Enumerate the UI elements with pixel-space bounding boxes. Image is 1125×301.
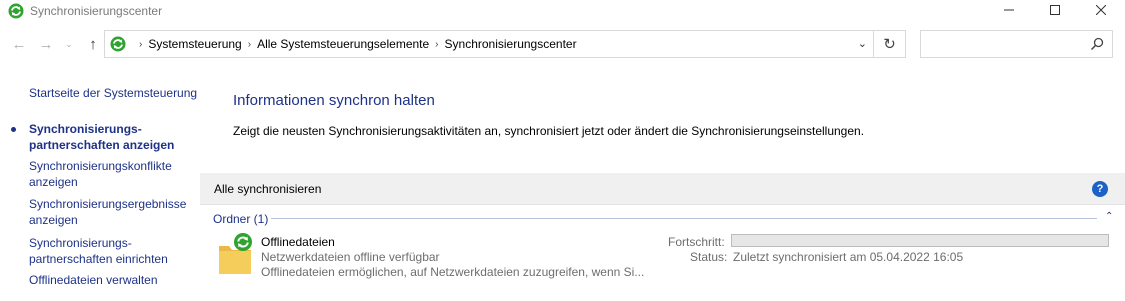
main-content: Informationen synchron halten Zeigt die … — [200, 70, 1125, 301]
page-description: Zeigt die neusten Synchronisierungsaktiv… — [233, 124, 865, 138]
search-input[interactable] — [925, 35, 1075, 53]
breadcrumb-systemsteuerung[interactable]: Systemsteuerung — [148, 37, 241, 51]
sidebar-item-label: partnerschaften einrichten — [29, 252, 168, 266]
chevron-right-icon[interactable]: › — [248, 39, 251, 50]
sidebar-item-partnerschaften-anzeigen[interactable]: Synchronisierungs- partnerschaften anzei… — [29, 121, 199, 153]
sidebar-item-startseite[interactable]: Startseite der Systemsteuerung — [29, 85, 199, 101]
sidebar-item-partnerschaften-einrichten[interactable]: Synchronisierungs- partnerschaften einri… — [29, 235, 199, 267]
close-icon — [1096, 5, 1106, 15]
sidebar-item-label: Synchronisierungs- — [29, 122, 142, 136]
sync-icon — [8, 3, 24, 19]
refresh-icon: ↻ — [883, 36, 896, 53]
folder-sync-icon — [219, 233, 252, 274]
breadcrumb-synchronisierungscenter[interactable]: Synchronisierungscenter — [445, 37, 577, 51]
search-box[interactable] — [920, 30, 1113, 58]
recent-locations-button[interactable]: ⌄ — [64, 35, 74, 53]
help-icon[interactable]: ? — [1092, 181, 1108, 197]
active-bullet-icon — [11, 127, 16, 132]
sidebar-item-offlinedateien[interactable]: Offlinedateien verwalten — [29, 272, 199, 288]
sidebar-item-konflikte[interactable]: Synchronisierungskonflikte anzeigen — [29, 158, 199, 190]
forward-arrow-icon: → — [38, 35, 54, 53]
sidebar-item-label: partnerschaften anzeigen — [29, 138, 175, 152]
list-item[interactable]: Offlinedateien Netzwerkdateien offline v… — [213, 230, 1113, 280]
item-subtitle: Netzwerkdateien offline verfügbar — [261, 250, 440, 264]
breadcrumb-alle-elemente[interactable]: Alle Systemsteuerungselemente — [257, 37, 429, 51]
chevron-down-icon: ⌄ — [65, 38, 73, 49]
collapse-icon[interactable]: ⌃ — [1105, 211, 1113, 222]
page-title: Informationen synchron halten — [233, 92, 435, 109]
breadcrumb: › Systemsteuerung › Alle Systemsteuerung… — [133, 37, 577, 51]
status-value: Zuletzt synchronisiert am 05.04.2022 16:… — [733, 250, 964, 264]
up-button[interactable]: ↑ — [84, 35, 102, 53]
sidebar-item-ergebnisse[interactable]: Synchronisierungsergebnisse anzeigen — [29, 196, 199, 228]
minimize-icon — [1004, 9, 1014, 11]
address-bar[interactable]: › Systemsteuerung › Alle Systemsteuerung… — [104, 30, 874, 58]
sidebar-item-label: anzeigen — [29, 175, 78, 189]
back-arrow-icon: ← — [11, 35, 27, 53]
sidebar-item-label: Synchronisierungsergebnisse — [29, 197, 187, 211]
forward-button[interactable]: → — [37, 35, 55, 53]
back-button[interactable]: ← — [10, 35, 28, 53]
up-arrow-icon: ↑ — [89, 35, 97, 53]
navigation-bar: ← → ⌄ ↑ › Systemsteuerung › Alle Systems… — [0, 28, 1125, 62]
sync-icon — [110, 36, 126, 52]
maximize-button[interactable] — [1032, 0, 1078, 20]
progress-label: Fortschritt: — [668, 235, 725, 249]
sidebar-item-label: Startseite der Systemsteuerung — [29, 86, 198, 100]
chevron-right-icon[interactable]: › — [139, 39, 142, 50]
sidebar-item-label: anzeigen — [29, 213, 78, 227]
refresh-button[interactable]: ↻ — [874, 30, 906, 58]
address-dropdown-icon[interactable]: ⌄ — [858, 37, 867, 50]
sync-all-button[interactable]: Alle synchronisieren — [214, 182, 321, 196]
title-bar: Synchronisierungscenter — [0, 0, 1125, 22]
close-button[interactable] — [1078, 0, 1124, 20]
search-icon[interactable] — [1090, 37, 1104, 51]
sidebar-item-label: Synchronisierungs- — [29, 236, 132, 250]
progress-bar — [731, 234, 1109, 247]
item-description: Offlinedateien ermöglichen, auf Netzwerk… — [261, 265, 645, 279]
sidebar-item-label: Synchronisierungskonflikte — [29, 159, 172, 173]
sidebar-item-label: Offlinedateien verwalten — [29, 273, 158, 287]
status-label: Status: — [690, 250, 728, 264]
group-divider — [271, 218, 1097, 219]
window-title: Synchronisierungscenter — [30, 4, 163, 18]
maximize-icon — [1050, 5, 1060, 15]
command-bar: Alle synchronisieren ? — [200, 173, 1125, 205]
item-name: Offlinedateien — [261, 235, 335, 249]
chevron-right-icon[interactable]: › — [435, 39, 438, 50]
minimize-button[interactable] — [986, 0, 1032, 20]
group-header[interactable]: Ordner (1) — [213, 212, 268, 226]
